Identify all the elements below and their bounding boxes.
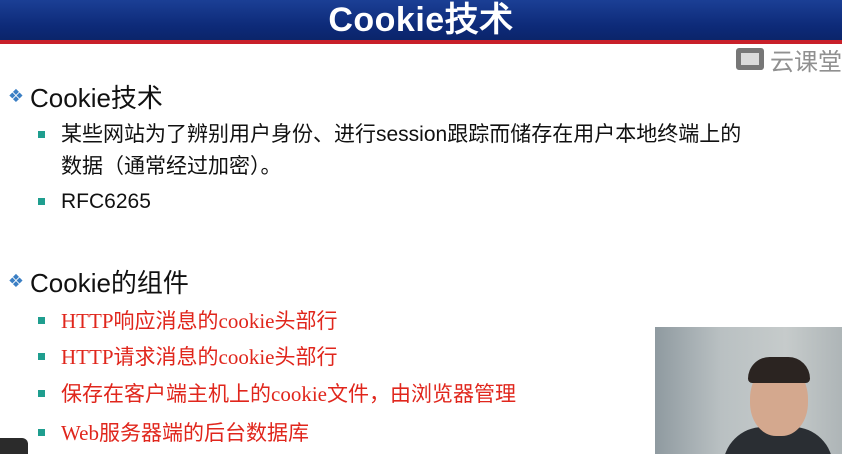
section-heading-text: Cookie的组件 — [30, 268, 189, 298]
brand-name: 云课堂 — [770, 48, 842, 76]
diamond-bullet-icon: ❖ — [7, 271, 25, 291]
diamond-bullet-icon: ❖ — [7, 86, 25, 106]
presenter-video — [655, 327, 842, 454]
list-item-text: HTTP响应消息的cookie头部行 — [61, 309, 338, 333]
list-item: 某些网站为了辨别用户身份、进行session跟踪而储存在用户本地终端上的 数据（… — [38, 119, 838, 183]
player-corner — [0, 438, 28, 454]
title-bar: Cookie技术 — [0, 0, 842, 44]
list-item: RFC6265 — [38, 186, 838, 218]
brand-logo-icon — [736, 48, 764, 70]
list-item-text: 保存在客户端主机上的cookie文件，由浏览器管理 — [61, 382, 516, 406]
list-item-text: HTTP请求消息的cookie头部行 — [61, 345, 338, 369]
section-heading-text: Cookie技术 — [30, 83, 163, 113]
square-bullet-icon — [38, 317, 45, 324]
square-bullet-icon — [38, 131, 45, 138]
slide-title: Cookie技术 — [328, 1, 514, 39]
square-bullet-icon — [38, 353, 45, 360]
section-heading-2: ❖ Cookie的组件 — [4, 263, 189, 300]
brand-watermark: 云课堂 — [736, 46, 842, 76]
section-heading-1: ❖ Cookie技术 — [4, 78, 163, 115]
presenter-hair — [748, 357, 810, 383]
list-item-text: 某些网站为了辨别用户身份、进行session跟踪而储存在用户本地终端上的 — [61, 123, 742, 146]
square-bullet-icon — [38, 198, 45, 205]
square-bullet-icon — [38, 390, 45, 397]
square-bullet-icon — [38, 429, 45, 436]
list-item-text: Web服务器端的后台数据库 — [61, 421, 309, 445]
list-item-text: RFC6265 — [61, 190, 151, 213]
list-item-text-cont: 数据（通常经过加密）。 — [61, 155, 282, 178]
